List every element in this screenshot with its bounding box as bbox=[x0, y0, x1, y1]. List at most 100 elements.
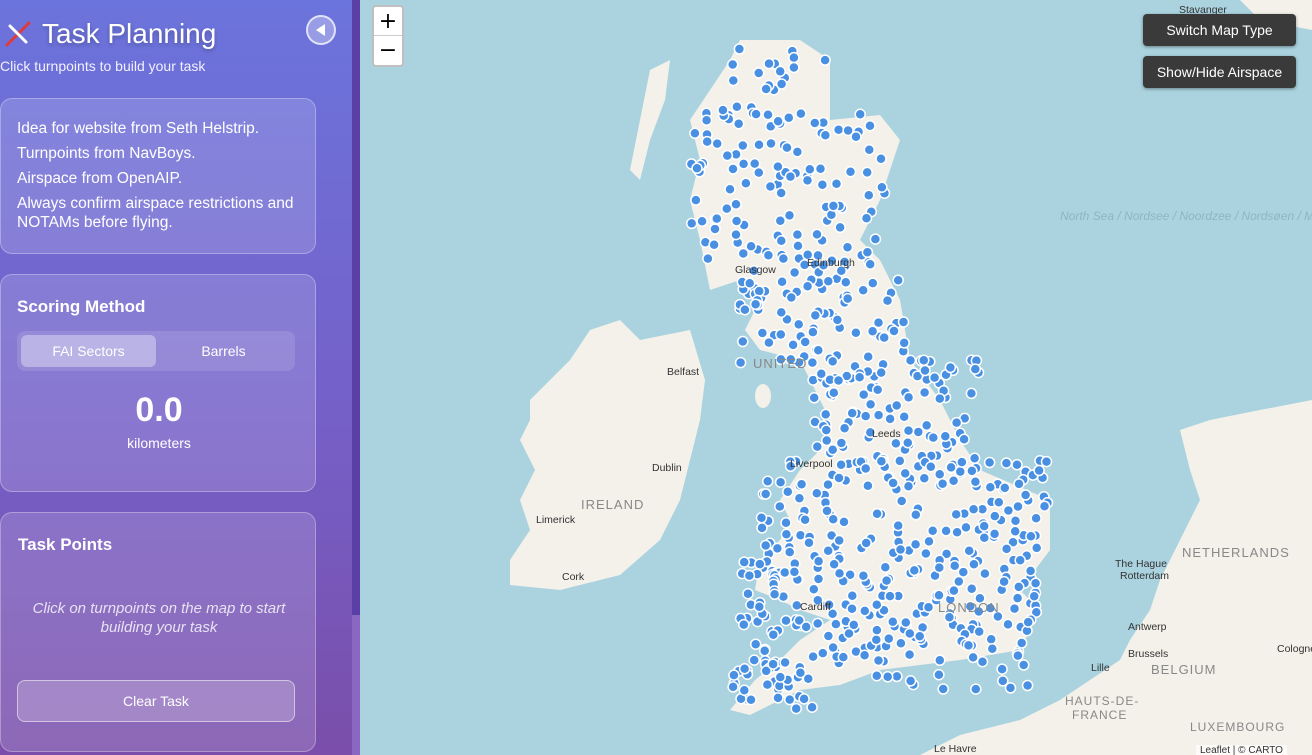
turnpoint-marker[interactable] bbox=[864, 398, 877, 411]
turnpoint-marker[interactable] bbox=[819, 408, 832, 421]
turnpoint-marker[interactable] bbox=[846, 407, 858, 419]
turnpoint-marker[interactable] bbox=[761, 678, 774, 691]
turnpoint-marker[interactable] bbox=[700, 114, 713, 127]
turnpoint-marker[interactable] bbox=[968, 452, 981, 465]
turnpoint-marker[interactable] bbox=[1030, 542, 1043, 554]
turnpoint-marker[interactable] bbox=[863, 143, 876, 156]
turnpoint-marker[interactable] bbox=[922, 601, 935, 613]
turnpoint-marker[interactable] bbox=[863, 189, 875, 202]
turnpoint-marker[interactable] bbox=[965, 387, 978, 400]
turnpoint-marker[interactable] bbox=[887, 477, 899, 489]
turnpoint-marker[interactable] bbox=[814, 162, 827, 175]
turnpoint-marker[interactable] bbox=[965, 583, 978, 595]
turnpoint-marker[interactable] bbox=[892, 519, 904, 532]
turnpoint-marker[interactable] bbox=[807, 650, 819, 663]
turnpoint-marker[interactable] bbox=[1002, 504, 1015, 517]
turnpoint-marker[interactable] bbox=[738, 618, 750, 631]
turnpoint-marker[interactable] bbox=[928, 371, 941, 384]
turnpoint-marker[interactable] bbox=[762, 109, 774, 121]
turnpoint-marker[interactable] bbox=[808, 392, 820, 404]
turnpoint-marker[interactable] bbox=[985, 633, 997, 645]
turnpoint-marker[interactable] bbox=[717, 104, 729, 116]
turnpoint-marker[interactable] bbox=[850, 131, 862, 143]
turnpoint-marker[interactable] bbox=[761, 475, 774, 488]
turnpoint-marker[interactable] bbox=[775, 187, 787, 199]
turnpoint-marker[interactable] bbox=[772, 692, 784, 704]
sidebar-scrollbar-thumb[interactable] bbox=[352, 0, 360, 615]
turnpoint-marker[interactable] bbox=[835, 437, 848, 449]
turnpoint-marker[interactable] bbox=[830, 178, 843, 190]
turnpoint-marker[interactable] bbox=[822, 630, 835, 642]
turnpoint-marker[interactable] bbox=[795, 478, 808, 491]
turnpoint-marker[interactable] bbox=[711, 212, 723, 225]
turnpoint-marker[interactable] bbox=[834, 221, 846, 234]
turnpoint-marker[interactable] bbox=[871, 508, 883, 520]
turnpoint-marker[interactable] bbox=[1012, 500, 1024, 513]
turnpoint-marker[interactable] bbox=[948, 584, 960, 597]
turnpoint-marker[interactable] bbox=[783, 112, 795, 124]
turnpoint-marker[interactable] bbox=[748, 654, 760, 666]
turnpoint-marker[interactable] bbox=[950, 416, 963, 429]
collapse-sidebar-button[interactable] bbox=[306, 15, 336, 45]
turnpoint-marker[interactable] bbox=[790, 702, 802, 715]
turnpoint-marker[interactable] bbox=[1019, 489, 1032, 501]
turnpoint-marker[interactable] bbox=[947, 475, 960, 487]
turnpoint-marker[interactable] bbox=[826, 444, 839, 456]
turnpoint-marker[interactable] bbox=[969, 476, 982, 488]
turnpoint-marker[interactable] bbox=[840, 276, 852, 289]
turnpoint-marker[interactable] bbox=[1025, 530, 1037, 543]
turnpoint-marker[interactable] bbox=[926, 525, 939, 537]
sidebar-scrollbar-track[interactable] bbox=[352, 615, 360, 755]
turnpoint-marker[interactable] bbox=[827, 513, 839, 526]
turnpoint-marker[interactable] bbox=[884, 413, 896, 425]
turnpoint-marker[interactable] bbox=[918, 472, 931, 485]
turnpoint-marker[interactable] bbox=[997, 675, 1009, 687]
turnpoint-marker[interactable] bbox=[1038, 500, 1051, 512]
turnpoint-marker[interactable] bbox=[910, 509, 922, 521]
turnpoint-marker[interactable] bbox=[791, 228, 804, 241]
turnpoint-marker[interactable] bbox=[777, 252, 790, 265]
turnpoint-marker[interactable] bbox=[819, 129, 832, 142]
turnpoint-marker[interactable] bbox=[782, 486, 794, 498]
turnpoint-marker[interactable] bbox=[811, 440, 824, 453]
turnpoint-marker[interactable] bbox=[864, 258, 876, 270]
turnpoint-marker[interactable] bbox=[828, 386, 840, 399]
turnpoint-marker[interactable] bbox=[1011, 592, 1024, 604]
turnpoint-marker[interactable] bbox=[803, 537, 815, 549]
turnpoint-marker[interactable] bbox=[1013, 581, 1025, 593]
turnpoint-marker[interactable] bbox=[854, 108, 866, 121]
turnpoint-marker[interactable] bbox=[708, 239, 720, 251]
turnpoint-marker[interactable] bbox=[895, 495, 908, 507]
turnpoint-marker[interactable] bbox=[774, 65, 786, 78]
turnpoint-marker[interactable] bbox=[753, 285, 765, 297]
turnpoint-marker[interactable] bbox=[794, 529, 807, 541]
map-attribution[interactable]: Leaflet | © CARTO bbox=[1196, 745, 1287, 755]
turnpoint-marker[interactable] bbox=[774, 671, 787, 683]
turnpoint-marker[interactable] bbox=[792, 240, 804, 252]
turnpoint-marker[interactable] bbox=[875, 366, 887, 379]
turnpoint-marker[interactable] bbox=[743, 569, 756, 582]
turnpoint-marker[interactable] bbox=[1033, 464, 1045, 477]
turnpoint-marker[interactable] bbox=[806, 701, 818, 713]
turnpoint-marker[interactable] bbox=[788, 266, 801, 279]
turnpoint-marker[interactable] bbox=[899, 467, 911, 480]
turnpoint-marker[interactable] bbox=[1028, 590, 1040, 603]
turnpoint-marker[interactable] bbox=[894, 455, 906, 467]
turnpoint-marker[interactable] bbox=[871, 384, 884, 396]
turnpoint-marker[interactable] bbox=[801, 174, 814, 187]
turnpoint-marker[interactable] bbox=[690, 194, 702, 206]
turnpoint-marker[interactable] bbox=[871, 669, 883, 682]
turnpoint-marker[interactable] bbox=[781, 141, 793, 154]
turnpoint-marker[interactable] bbox=[841, 292, 854, 305]
turnpoint-marker[interactable] bbox=[864, 119, 876, 132]
turnpoint-marker[interactable] bbox=[685, 217, 698, 230]
turnpoint-marker[interactable] bbox=[783, 693, 796, 706]
turnpoint-marker[interactable] bbox=[897, 316, 910, 328]
turnpoint-marker[interactable] bbox=[759, 539, 772, 552]
turnpoint-marker[interactable] bbox=[887, 615, 899, 628]
turnpoint-marker[interactable] bbox=[860, 212, 873, 225]
turnpoint-marker[interactable] bbox=[989, 510, 1001, 522]
turnpoint-marker[interactable] bbox=[902, 480, 915, 493]
turnpoint-marker[interactable] bbox=[753, 601, 766, 613]
turnpoint-marker[interactable] bbox=[711, 137, 723, 150]
